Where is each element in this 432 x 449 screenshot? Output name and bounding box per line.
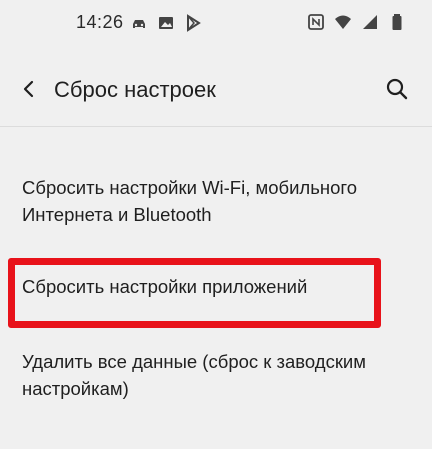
search-icon — [385, 77, 409, 106]
app-bar: Сброс настроек — [0, 60, 432, 120]
factory-reset-label: Удалить все данные (сброс к заводским на… — [22, 351, 366, 399]
reset-network-label: Сбросить настройки Wi-Fi, мобильного Инт… — [22, 177, 358, 225]
wifi-icon — [334, 13, 352, 31]
status-notification-icons — [130, 14, 202, 32]
battery-icon — [388, 13, 406, 31]
status-system-icons — [307, 13, 406, 31]
settings-screen: 14:26 Сброс настроек Сбросить настройки … — [0, 0, 432, 449]
nfc-icon — [307, 13, 325, 31]
chevron-left-icon — [21, 80, 37, 103]
status-time: 14:26 — [76, 12, 124, 32]
car-icon — [130, 14, 148, 32]
reset-app-preferences-label: Сбросить настройки приложений — [22, 276, 308, 297]
signal-icon — [361, 13, 379, 31]
reset-app-preferences-option[interactable]: Сбросить настройки приложений — [22, 273, 412, 300]
factory-reset-option[interactable]: Удалить все данные (сброс к заводским на… — [22, 348, 412, 402]
reset-network-option[interactable]: Сбросить настройки Wi-Fi, мобильного Инт… — [22, 174, 412, 228]
back-button[interactable] — [14, 76, 44, 106]
app-bar-divider — [0, 126, 432, 127]
play-store-icon — [184, 14, 202, 32]
status-bar: 14:26 — [0, 0, 432, 46]
page-title: Сброс настроек — [54, 77, 216, 102]
image-icon — [157, 14, 175, 32]
search-button[interactable] — [380, 74, 414, 108]
